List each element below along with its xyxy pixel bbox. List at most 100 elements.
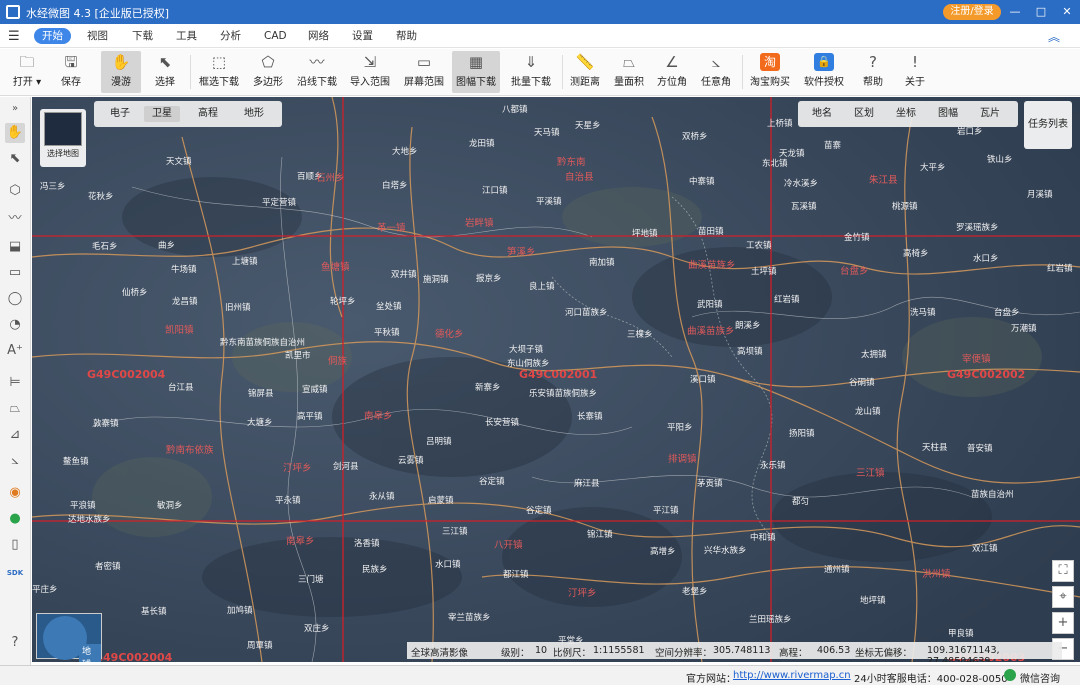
azimuth-button[interactable]: ∠ 方位角 (653, 51, 691, 93)
draw-point-icon[interactable]: ⬡ (5, 181, 25, 201)
place-label: 龙昌镇 (172, 297, 198, 307)
grid-sheet-icon: ▦ (468, 53, 484, 71)
level-label: 级别： (501, 648, 530, 659)
arbitrary-angle-button[interactable]: ⦣ 任意角 (697, 51, 735, 93)
maptype-elevation[interactable]: 高程 (190, 106, 226, 122)
sheet-label: G49C002001 (519, 368, 598, 381)
menu-settings[interactable]: 设置 (344, 28, 381, 44)
register-login-button[interactable]: 注册/登录 (943, 4, 1001, 20)
menu-cad[interactable]: CAD (256, 28, 295, 44)
batch-download-button[interactable]: ⇓ 批量下载 (508, 51, 554, 93)
help-circle-icon[interactable]: ? (5, 633, 25, 653)
logo-icon[interactable]: ◉ (5, 483, 25, 503)
select-button[interactable]: ⬉ 选择 (146, 51, 184, 93)
pan-button[interactable]: ✋ 漫游 (101, 51, 141, 93)
menu-start[interactable]: 开始 (34, 28, 71, 44)
select-tool-icon[interactable]: ⬉ (5, 149, 25, 169)
link-icon[interactable]: ● (5, 509, 25, 529)
toolbar-divider (190, 55, 191, 89)
sdk-icon[interactable]: SDK (5, 563, 25, 583)
map-selector-thumbnail[interactable]: 选择地图 (40, 109, 86, 167)
help-button[interactable]: ? 帮助 (856, 51, 890, 93)
menu-tools[interactable]: 工具 (168, 28, 205, 44)
place-label: 兰田瑶族乡 (749, 615, 792, 625)
menu-help[interactable]: 帮助 (388, 28, 425, 44)
azimuth-tool-icon[interactable]: ⊿ (5, 425, 25, 445)
county-label: 宰便镇 (962, 354, 991, 365)
globe-button[interactable]: 地球 (36, 613, 102, 662)
hamburger-menu-icon[interactable]: ☰ (8, 29, 20, 44)
expand-panel-icon[interactable]: » (5, 99, 25, 119)
batch-download-icon: ⇓ (524, 53, 538, 71)
place-label: 平定营镇 (262, 198, 297, 208)
layer-sheets[interactable]: 图幅 (932, 106, 964, 122)
close-button[interactable]: ✕ (1058, 3, 1076, 21)
screen-range-button[interactable]: ▭ 屏幕范围 (400, 51, 448, 93)
website-link[interactable]: http://www.rivermap.cn (733, 670, 851, 681)
measure-distance-button[interactable]: 📏 测距离 (566, 51, 604, 93)
locate-icon[interactable]: ⌖ (1052, 586, 1074, 608)
place-label: 剑河县 (333, 462, 359, 472)
measure-distance-icon[interactable]: ⊨ (5, 373, 25, 393)
measure-area-button[interactable]: ⏢ 量面积 (610, 51, 648, 93)
maptype-satellite[interactable]: 卫星 (144, 106, 180, 122)
place-label: 报京乡 (476, 274, 502, 284)
maptype-terrain[interactable]: 地形 (236, 106, 272, 122)
place-label: 红岩镇 (774, 295, 800, 305)
menu-view[interactable]: 视图 (79, 28, 116, 44)
zoom-in-icon[interactable]: + (1052, 612, 1074, 634)
menu-network[interactable]: 网络 (300, 28, 337, 44)
county-label: 洪州镇 (922, 569, 951, 580)
draw-sector-icon[interactable]: ◔ (5, 315, 25, 335)
place-label: 地坪镇 (860, 596, 886, 606)
county-label: 革一镇 (377, 223, 406, 234)
sheet-label: G49C002004 (94, 651, 173, 662)
place-label: 平秋镇 (374, 328, 400, 338)
measure-area-icon[interactable]: ⏢ (5, 399, 25, 419)
toolbar: 🗀 打开 ▾ 🖫 保存 ✋ 漫游 ⬉ 选择 ⬚ 框选下载 ⬠ 多边形 〰沿线下载 ⇲ 导入范围… (0, 49, 1080, 96)
polygon-button[interactable]: ⬠ 多边形 (248, 51, 288, 93)
collapse-ribbon-icon[interactable]: ︽ (1048, 28, 1060, 45)
place-label: 大坝子镇 (509, 345, 544, 355)
draw-line-icon[interactable]: 〰 (5, 209, 25, 229)
phone-icon[interactable]: ▯ (5, 535, 25, 555)
layer-place-names[interactable]: 地名 (806, 106, 838, 122)
about-button[interactable]: ! 关于 (898, 51, 932, 93)
place-label: 锦江镇 (587, 530, 613, 540)
place-label: 金竹镇 (844, 233, 870, 243)
coordinate-value: 109.31671143, 27.48504639 (927, 645, 1000, 662)
maptype-electronic[interactable]: 电子 (102, 106, 138, 122)
minimize-button[interactable]: — (1006, 3, 1024, 21)
box-download-button[interactable]: ⬚ 框选下载 (196, 51, 242, 93)
draw-polygon-icon[interactable]: ⬓ (5, 237, 25, 257)
menu-download[interactable]: 下载 (124, 28, 161, 44)
county-label: 石州乡 (316, 173, 345, 184)
pan-tool-icon[interactable]: ✋ (5, 123, 25, 143)
angle-tool-icon[interactable]: ⦣ (5, 451, 25, 471)
layer-divisions[interactable]: 区划 (848, 106, 880, 122)
map-view[interactable]: 八都镇 天马镇 天星乡 大地乡 龙田镇 黔东南 自治县 上桥镇 岩口乡 苗寨 双… (32, 97, 1080, 662)
line-download-button[interactable]: 〰沿线下载 (293, 51, 341, 93)
maximize-button[interactable]: □ (1032, 3, 1050, 21)
taobao-buy-button[interactable]: 淘淘宝购买 (748, 51, 792, 93)
draw-rectangle-icon[interactable]: ▭ (5, 263, 25, 283)
menu-analysis[interactable]: 分析 (212, 28, 249, 44)
open-button[interactable]: 🗀 打开 ▾ (8, 51, 46, 93)
sheet-download-button[interactable]: ▦ 图幅下载 (452, 51, 500, 93)
place-label: 基长镇 (141, 607, 167, 617)
import-range-button[interactable]: ⇲ 导入范围 (346, 51, 394, 93)
place-label: 旧州镇 (225, 303, 251, 313)
draw-circle-icon[interactable]: ◯ (5, 289, 25, 309)
layer-tiles[interactable]: 瓦片 (974, 106, 1006, 122)
county-label: 曲溪苗族乡 (688, 260, 736, 271)
fullscreen-icon[interactable]: ⛶ (1052, 560, 1074, 582)
place-label: 坪地镇 (632, 229, 658, 239)
place-label: 敏洞乡 (157, 501, 183, 511)
layer-coordinates[interactable]: 坐标 (890, 106, 922, 122)
task-list-button[interactable]: 任务列表 (1024, 101, 1072, 149)
wechat-consult-button[interactable]: 微信咨询 (1020, 670, 1060, 685)
place-label: 平浪镇 (70, 501, 96, 511)
save-button[interactable]: 🖫 保存 (52, 51, 90, 93)
add-text-icon[interactable]: A⁺ (5, 341, 25, 361)
license-button[interactable]: 🔒 软件授权 (802, 51, 846, 93)
